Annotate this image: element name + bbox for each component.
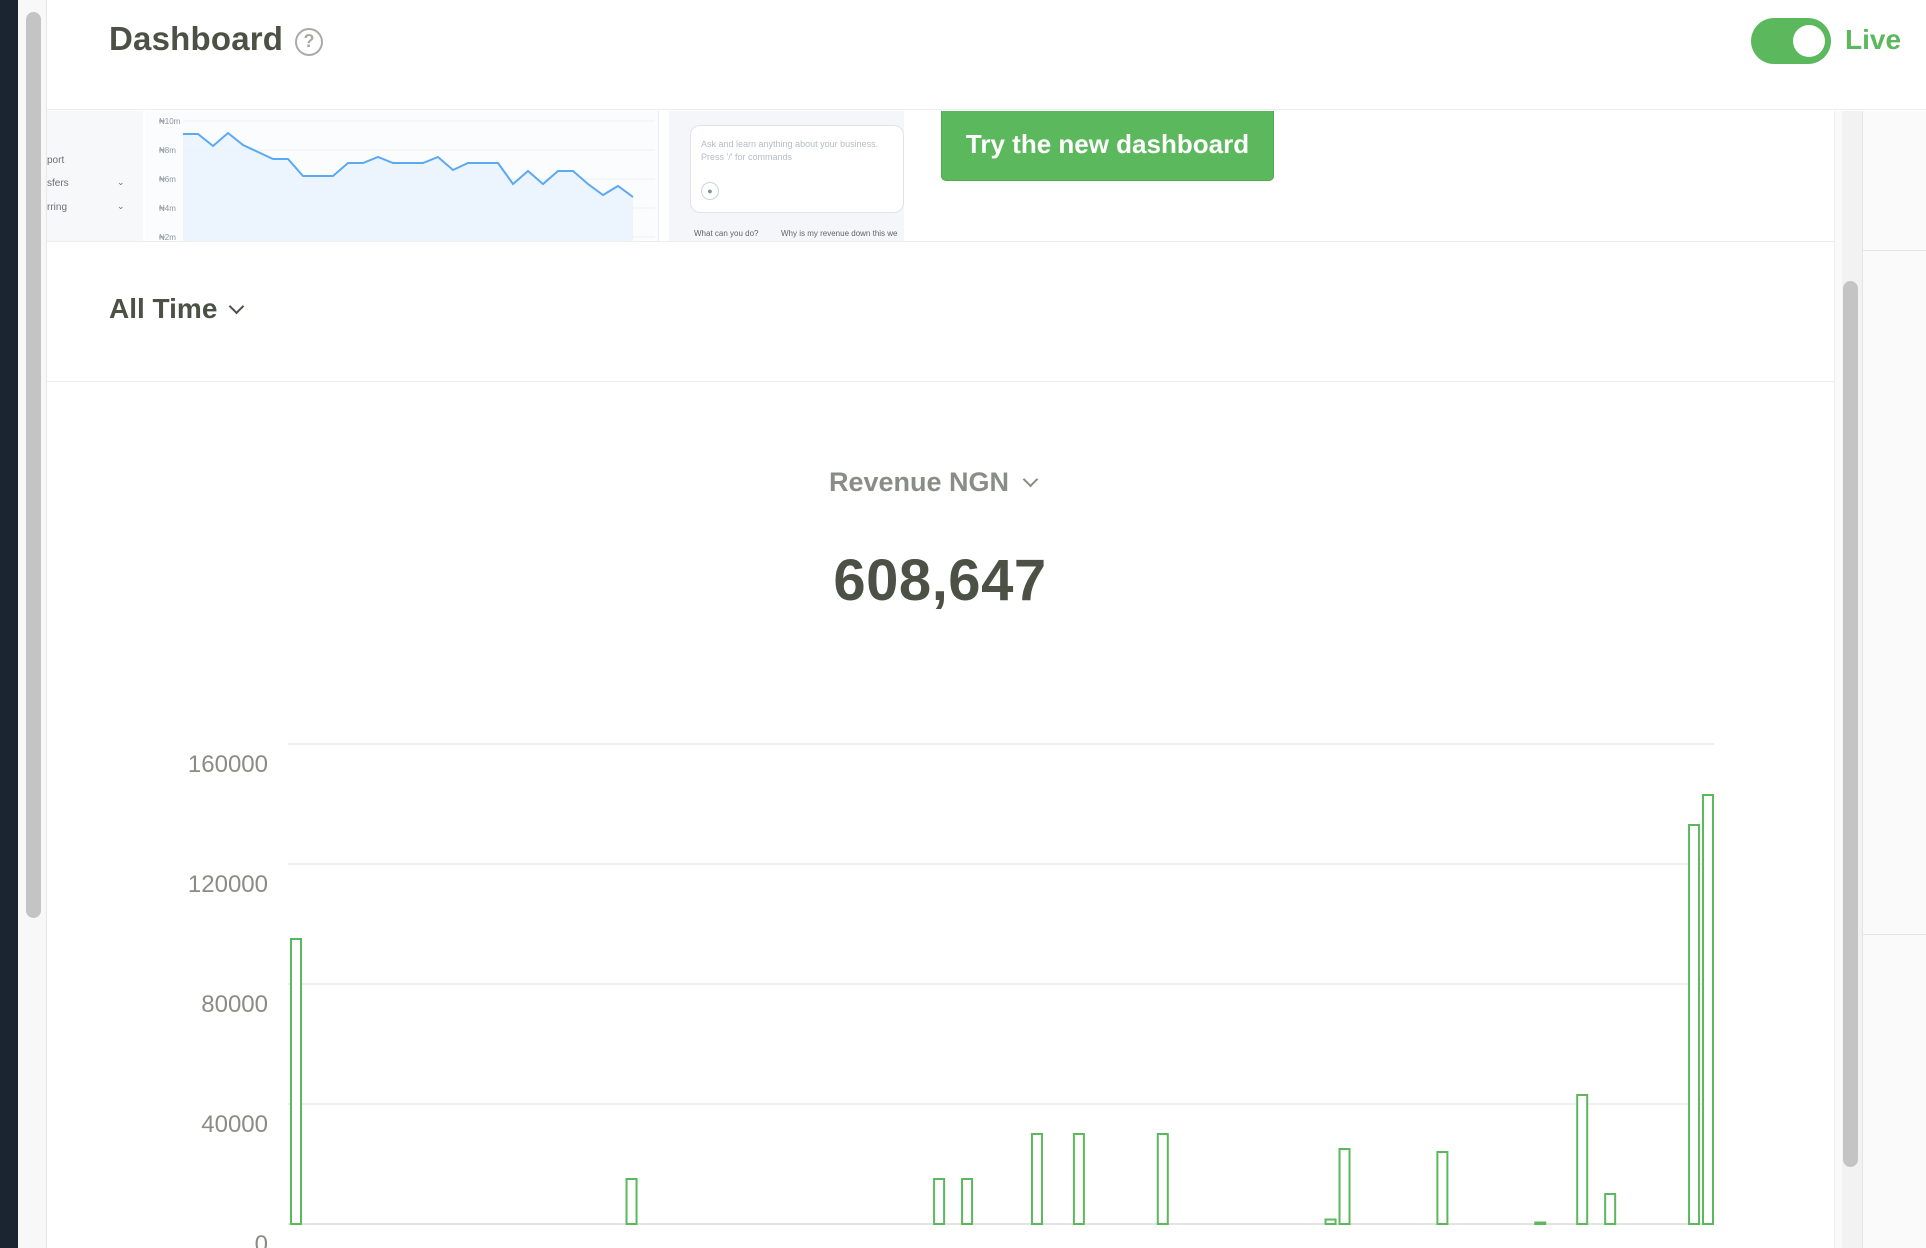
metric-value: 608,647	[833, 548, 1047, 613]
chart-bar[interactable]	[625, 1178, 638, 1225]
right-panel-divider	[1862, 111, 1863, 1248]
try-new-dashboard-button[interactable]: Try the new dashboard	[941, 111, 1274, 181]
left-scrollbar[interactable]	[26, 12, 41, 918]
preview-ai-assistant: Ask and learn anything about your busine…	[669, 111, 904, 241]
preview-y-label: ₦8m	[159, 146, 176, 155]
chart-bar[interactable]	[290, 938, 302, 1225]
preview-sidebar: port sfers ⌄ rring ⌄	[47, 111, 143, 241]
metric-label: Revenue NGN	[829, 467, 1010, 497]
chart-bar[interactable]	[1702, 794, 1715, 1225]
preview-suggestion: What can you do?	[694, 229, 759, 238]
preview-suggestion: Why is my revenue down this we	[781, 229, 898, 238]
metric-dropdown[interactable]: Revenue NGN	[829, 467, 1039, 498]
chart-bar[interactable]	[933, 1178, 946, 1225]
chart-bar[interactable]	[1338, 1148, 1351, 1225]
microphone-icon: ●	[701, 182, 719, 200]
preview-ai-input: Ask and learn anything about your busine…	[690, 125, 904, 213]
preview-y-label: ₦10m	[159, 117, 181, 126]
preview-y-label: ₦4m	[159, 204, 176, 213]
chart-bar[interactable]	[1576, 1094, 1589, 1225]
preview-y-label: ₦2m	[159, 233, 176, 242]
chart-bar[interactable]	[1688, 824, 1701, 1225]
filter-bar: All Time	[47, 243, 1834, 382]
chevron-down-icon: ⌄	[117, 201, 125, 211]
chart-bar[interactable]	[1534, 1221, 1547, 1225]
right-scrollbar[interactable]	[1843, 281, 1858, 1167]
chevron-down-icon	[1022, 471, 1039, 488]
chart-bar[interactable]	[961, 1178, 974, 1225]
time-range-dropdown[interactable]: All Time	[109, 293, 245, 325]
app-root: Dashboard ? Live port sfers ⌄ rring ⌄ ₦1…	[0, 0, 1926, 1248]
chart-bar[interactable]	[1072, 1133, 1085, 1225]
toggle-knob	[1793, 25, 1825, 57]
live-mode-toggle[interactable]	[1751, 18, 1831, 64]
new-dashboard-banner: port sfers ⌄ rring ⌄ ₦10m ₦8m ₦6m ₦4m ₦2…	[47, 111, 1834, 242]
chart-bar[interactable]	[1436, 1151, 1449, 1225]
preview-sidebar-item: port	[47, 155, 65, 166]
y-tick-label: 160000	[188, 751, 268, 778]
preview-chart-svg: ₦10m ₦8m ₦6m ₦4m ₦2m	[159, 117, 655, 242]
y-tick-label: 40000	[201, 1111, 268, 1138]
preview-ai-placeholder: Ask and learn anything about your busine…	[701, 139, 879, 162]
y-tick-label: 120000	[188, 871, 268, 898]
page-title: Dashboard	[109, 20, 284, 57]
right-panel-divider	[1862, 934, 1926, 935]
preview-y-label: ₦6m	[159, 175, 176, 184]
chevron-down-icon	[229, 298, 245, 314]
y-tick-label: 80000	[201, 991, 268, 1018]
chart-bar[interactable]	[1030, 1133, 1043, 1225]
chart-bar[interactable]	[1604, 1193, 1617, 1225]
y-tick-label: 0	[255, 1231, 268, 1248]
time-range-label: All Time	[109, 293, 218, 324]
chart-bar[interactable]	[1324, 1218, 1337, 1225]
question-circle-icon[interactable]: ?	[295, 28, 323, 56]
preview-sidebar-item: rring	[47, 202, 68, 213]
chevron-down-icon: ⌄	[117, 177, 125, 187]
live-label: Live	[1845, 24, 1902, 55]
preview-sidebar-item: sfers	[47, 178, 69, 189]
left-sidebar-edge	[0, 0, 18, 1248]
revenue-bar-chart: 160000 120000 80000 40000 0	[188, 743, 1715, 1248]
preview-line-chart: ₦10m ₦8m ₦6m ₦4m ₦2m	[145, 111, 659, 242]
page-header: Dashboard ? Live	[47, 0, 1926, 110]
right-panel-divider	[1862, 250, 1926, 251]
chart-bar[interactable]	[1156, 1133, 1169, 1225]
